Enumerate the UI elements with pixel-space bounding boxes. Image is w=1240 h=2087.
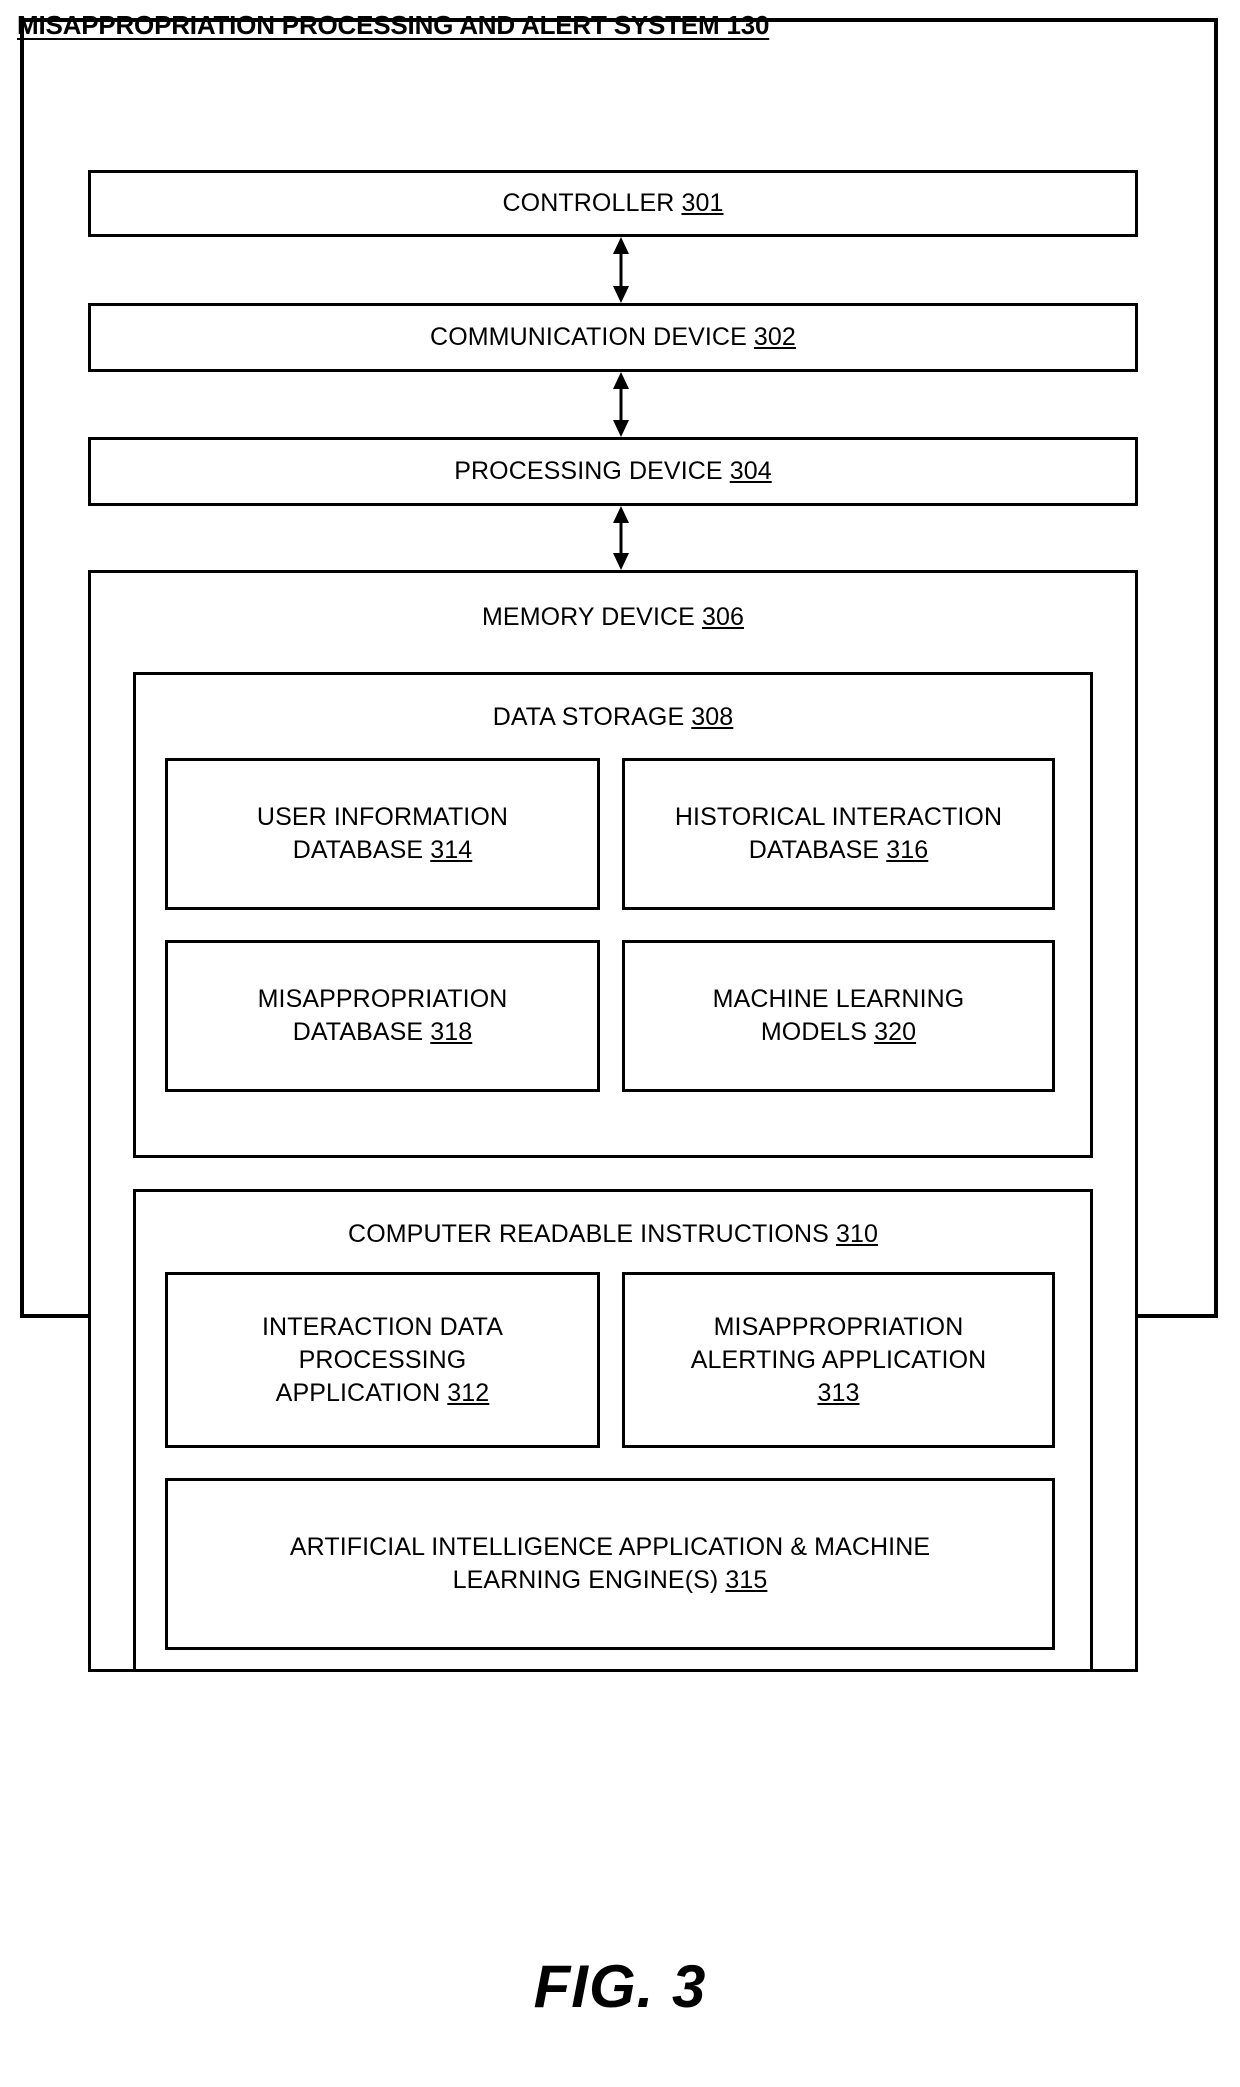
- user-information-database-label: USER INFORMATION DATABASE 314: [257, 801, 508, 867]
- processing-device-label: PROCESSING DEVICE 304: [454, 455, 772, 488]
- artificial-intelligence-application-label: ARTIFICIAL INTELLIGENCE APPLICATION & MA…: [290, 1531, 930, 1597]
- artificial-intelligence-application-label-text: ARTIFICIAL INTELLIGENCE APPLICATION & MA…: [289, 1533, 931, 1594]
- historical-interaction-database-block: HISTORICAL INTERACTION DATABASE 316: [622, 758, 1055, 910]
- machine-learning-models-block: MACHINE LEARNING MODELS 320: [622, 940, 1055, 1092]
- processing-device-ref: 304: [729, 457, 772, 485]
- controller-ref: 301: [681, 189, 724, 217]
- communication-device-label: COMMUNICATION DEVICE 302: [430, 321, 796, 354]
- artificial-intelligence-application-ref: 315: [725, 1566, 768, 1594]
- processing-memory-arrow-icon: [613, 506, 629, 570]
- misappropriation-database-block: MISAPPROPRIATION DATABASE 318: [165, 940, 600, 1092]
- memory-device-label: MEMORY DEVICE 306: [91, 601, 1135, 634]
- artificial-intelligence-application-block: ARTIFICIAL INTELLIGENCE APPLICATION & MA…: [165, 1478, 1055, 1650]
- memory-device-ref: 306: [701, 603, 744, 631]
- interaction-data-processing-application-label: INTERACTION DATA PROCESSING APPLICATION …: [262, 1311, 503, 1410]
- controller-label: CONTROLLER 301: [503, 187, 724, 220]
- machine-learning-models-label-text: MACHINE LEARNING MODELS: [712, 985, 965, 1046]
- interaction-data-processing-application-ref: 312: [447, 1378, 490, 1407]
- misappropriation-alerting-application-block: MISAPPROPRIATION ALERTING APPLICATION 31…: [622, 1272, 1055, 1448]
- computer-readable-instructions-ref: 310: [835, 1220, 878, 1248]
- processing-device-label-text: PROCESSING DEVICE: [454, 457, 723, 485]
- system-title-label: MISAPPROPRIATION PROCESSING AND ALERT SY…: [17, 10, 720, 40]
- controller-label-text: CONTROLLER: [502, 189, 675, 217]
- processing-device-block: PROCESSING DEVICE 304: [88, 437, 1138, 506]
- machine-learning-models-label: MACHINE LEARNING MODELS 320: [713, 983, 965, 1049]
- misappropriation-database-ref: 318: [430, 1018, 473, 1046]
- memory-device-label-text: MEMORY DEVICE: [482, 603, 695, 631]
- system-title-ref: 130: [726, 10, 770, 40]
- data-storage-label: DATA STORAGE 308: [136, 701, 1090, 734]
- communication-device-label-text: COMMUNICATION DEVICE: [430, 323, 747, 351]
- figure-caption: FIG. 3: [533, 1953, 707, 2020]
- system-title: MISAPPROPRIATION PROCESSING AND ALERT SY…: [17, 10, 769, 41]
- communication-device-block: COMMUNICATION DEVICE 302: [88, 303, 1138, 372]
- historical-interaction-database-label-text: HISTORICAL INTERACTION DATABASE: [674, 803, 1003, 864]
- communication-device-ref: 302: [753, 323, 796, 351]
- controller-communication-arrow-icon: [613, 237, 629, 303]
- historical-interaction-database-ref: 316: [886, 836, 929, 864]
- controller-block: CONTROLLER 301: [88, 170, 1138, 237]
- misappropriation-alerting-application-label: MISAPPROPRIATION ALERTING APPLICATION 31…: [691, 1311, 987, 1410]
- misappropriation-alerting-application-label-text: MISAPPROPRIATION ALERTING APPLICATION: [690, 1312, 987, 1374]
- machine-learning-models-ref: 320: [874, 1018, 917, 1046]
- user-information-database-block: USER INFORMATION DATABASE 314: [165, 758, 600, 910]
- user-information-database-ref: 314: [430, 836, 473, 864]
- historical-interaction-database-label: HISTORICAL INTERACTION DATABASE 316: [675, 801, 1002, 867]
- data-storage-label-text: DATA STORAGE: [492, 703, 685, 731]
- communication-processing-arrow-icon: [613, 372, 629, 437]
- interaction-data-processing-application-block: INTERACTION DATA PROCESSING APPLICATION …: [165, 1272, 600, 1448]
- data-storage-ref: 308: [691, 703, 734, 731]
- misappropriation-database-label: MISAPPROPRIATION DATABASE 318: [258, 983, 508, 1049]
- computer-readable-instructions-label-text: COMPUTER READABLE INSTRUCTIONS: [348, 1220, 829, 1248]
- misappropriation-alerting-application-ref: 313: [817, 1378, 860, 1407]
- computer-readable-instructions-label: COMPUTER READABLE INSTRUCTIONS 310: [136, 1218, 1090, 1251]
